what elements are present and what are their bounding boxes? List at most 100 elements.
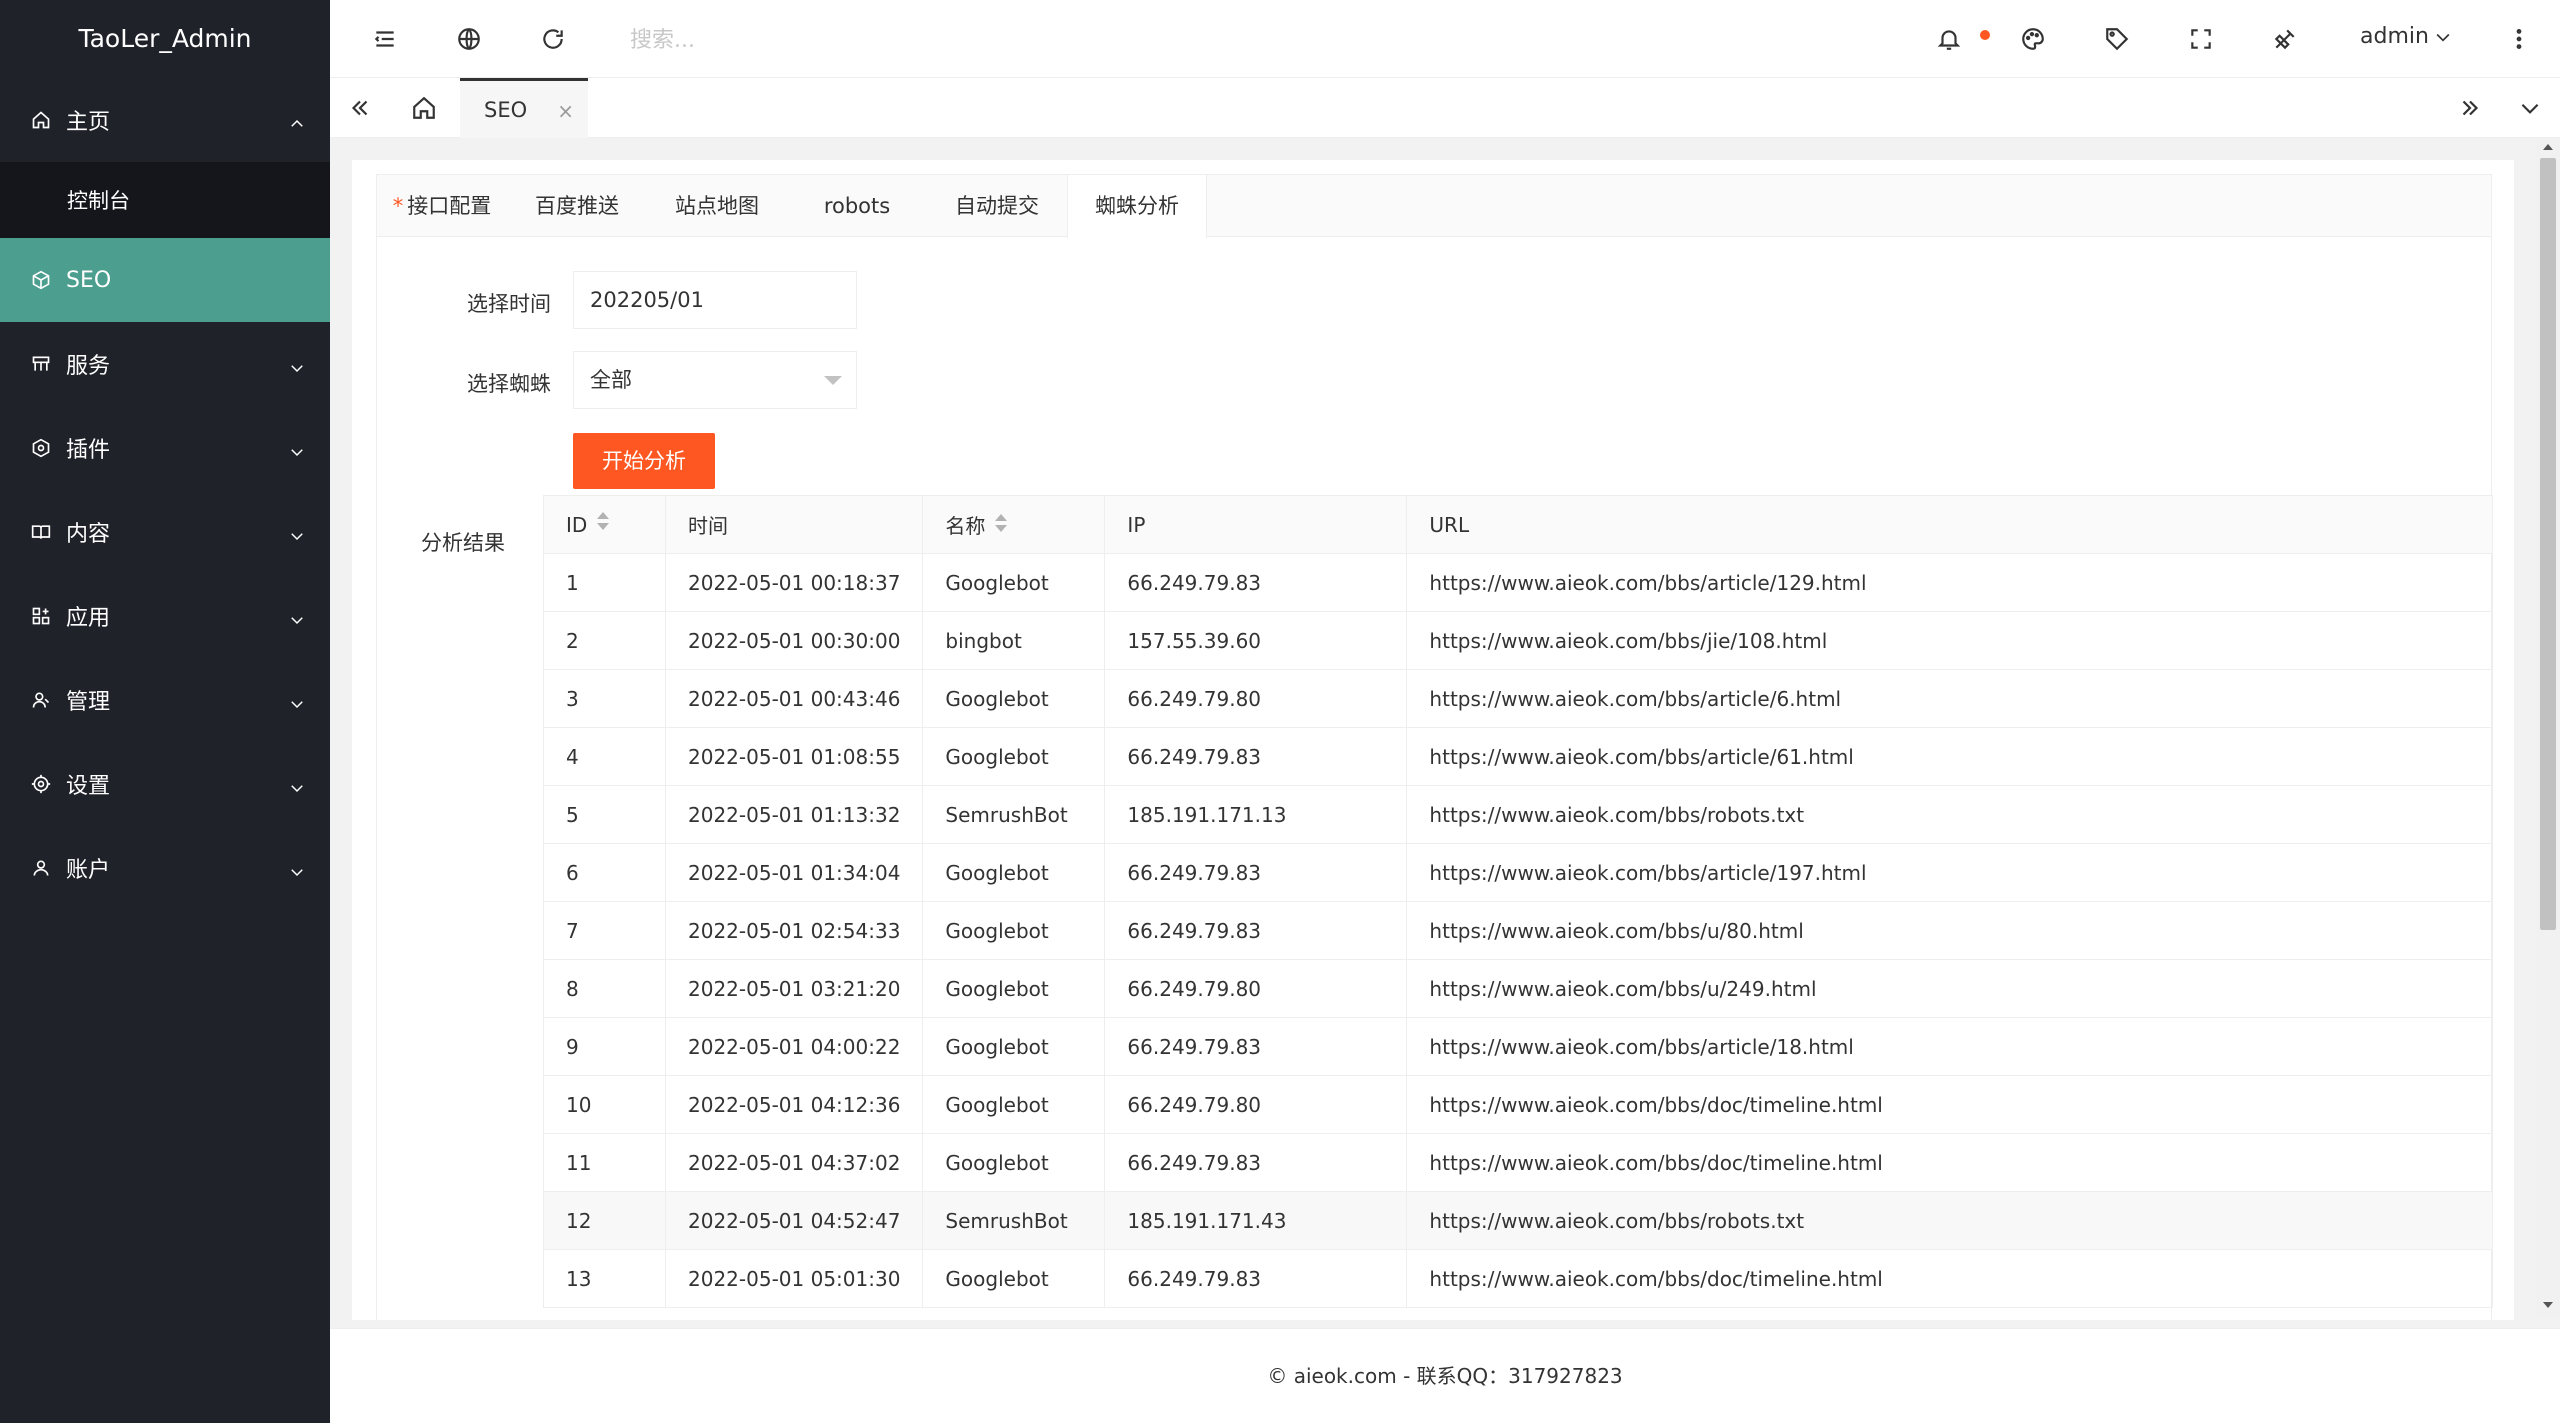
- search-input[interactable]: [630, 22, 1050, 58]
- cell-id: 11: [543, 1133, 666, 1192]
- cell-id: 4: [543, 727, 666, 786]
- menu-toggle-icon[interactable]: [366, 20, 404, 58]
- sidebar: TaoLer_Admin 主页 控制台 SEO 服务 插件 内容 应用 管理 设…: [0, 0, 330, 1423]
- cell-name: Googlebot: [922, 1017, 1106, 1076]
- sidebar-item-home[interactable]: 主页: [0, 78, 330, 162]
- table-row[interactable]: 13 2022-05-01 05:01:30 Googlebot 66.249.79.…: [543, 1249, 2493, 1308]
- cell-id: 3: [543, 669, 666, 728]
- table-row[interactable]: 5 2022-05-01 01:13:32 SemrushBot 185.191.17…: [543, 785, 2493, 844]
- cell-time: 2022-05-01 00:30:00: [664, 611, 924, 670]
- table-row[interactable]: 8 2022-05-01 03:21:20 Googlebot 66.249.79.8…: [543, 959, 2493, 1018]
- scrollbar-thumb[interactable]: [2540, 158, 2556, 930]
- user-menu[interactable]: admin: [2360, 24, 2453, 49]
- page-tab-label: SEO: [484, 97, 528, 122]
- table-row[interactable]: 2 2022-05-01 00:30:00 bingbot 157.55.39.60 h…: [543, 611, 2493, 670]
- sidebar-item-label: 账户: [66, 858, 111, 883]
- cell-name: SemrushBot: [922, 785, 1106, 844]
- cell-url: https://www.aieok.com/bbs/article/129.ht…: [1406, 553, 2493, 612]
- column-header-id[interactable]: ID: [543, 495, 666, 554]
- close-icon[interactable]: ×: [557, 99, 574, 123]
- clear-cache-icon[interactable]: [2266, 20, 2304, 58]
- app-logo: TaoLer_Admin: [0, 0, 330, 78]
- start-analysis-button[interactable]: 开始分析: [573, 433, 715, 489]
- cell-time: 2022-05-01 01:13:32: [664, 785, 924, 844]
- cell-url: https://www.aieok.com/bbs/u/80.html: [1406, 901, 2493, 960]
- table-row[interactable]: 11 2022-05-01 04:37:02 Googlebot 66.249.79.…: [543, 1133, 2493, 1192]
- content-icon: [30, 521, 52, 543]
- sidebar-item-label: 服务: [66, 354, 111, 379]
- more-vertical-icon[interactable]: [2500, 20, 2538, 58]
- sidebar-item-settings[interactable]: 设置: [0, 742, 330, 826]
- tag-icon[interactable]: [2098, 20, 2136, 58]
- cell-name: Googlebot: [922, 959, 1106, 1018]
- cell-name: Googlebot: [922, 901, 1106, 960]
- table-row[interactable]: 7 2022-05-01 02:54:33 Googlebot 66.249.79.8…: [543, 901, 2493, 960]
- cell-id: 6: [543, 843, 666, 902]
- app-icon: [30, 605, 52, 627]
- sidebar-item-app[interactable]: 应用: [0, 574, 330, 658]
- cell-url: https://www.aieok.com/bbs/jie/108.html: [1406, 611, 2493, 670]
- table-row[interactable]: 1 2022-05-01 00:18:37 Googlebot 66.249.79.8…: [543, 553, 2493, 612]
- cell-id: 2: [543, 611, 666, 670]
- table-row[interactable]: 12 2022-05-01 04:52:47 SemrushBot 185.191.1…: [543, 1191, 2493, 1250]
- cell-name: bingbot: [922, 611, 1106, 670]
- cell-name: Googlebot: [922, 727, 1106, 786]
- spider-select-value: 全部: [590, 368, 632, 392]
- sidebar-item-manage[interactable]: 管理: [0, 658, 330, 742]
- table-row[interactable]: 6 2022-05-01 01:34:04 Googlebot 66.249.79.8…: [543, 843, 2493, 902]
- tabs-scroll-left-icon[interactable]: [330, 78, 390, 138]
- tab-api-config[interactable]: * 接口配置: [377, 175, 507, 237]
- tab-auto-submit[interactable]: 自动提交: [927, 175, 1067, 237]
- cell-name: Googlebot: [922, 669, 1106, 728]
- time-input[interactable]: 202205/01: [573, 271, 857, 329]
- chevron-down-icon: [288, 862, 306, 880]
- chevron-down-icon: [288, 694, 306, 712]
- tabs-menu-chevron-down-icon[interactable]: [2500, 78, 2560, 138]
- refresh-icon[interactable]: [534, 20, 572, 58]
- column-header-time: 时间: [664, 495, 924, 554]
- cell-ip: 66.249.79.83: [1104, 843, 1408, 902]
- required-mark: *: [392, 194, 404, 218]
- cell-url: https://www.aieok.com/bbs/article/6.html: [1406, 669, 2493, 728]
- sidebar-item-seo[interactable]: SEO: [0, 238, 330, 322]
- sidebar-subitem-console[interactable]: 控制台: [0, 162, 330, 238]
- result-table-body: 1 2022-05-01 00:18:37 Googlebot 66.249.79.8…: [543, 553, 2493, 1308]
- table-row[interactable]: 4 2022-05-01 01:08:55 Googlebot 66.249.79.8…: [543, 727, 2493, 786]
- notification-dot: [1980, 30, 1990, 40]
- table-row[interactable]: 3 2022-05-01 00:43:46 Googlebot 66.249.79.8…: [543, 669, 2493, 728]
- tab-robots[interactable]: robots: [787, 175, 927, 237]
- cell-name: Googlebot: [922, 1133, 1106, 1192]
- column-header-name[interactable]: 名称: [922, 495, 1106, 554]
- sidebar-item-service[interactable]: 服务: [0, 322, 330, 406]
- table-header-row: ID 时间 名称 IP URL: [543, 495, 2493, 554]
- content-scrollbar[interactable]: [2536, 138, 2560, 1318]
- tab-spider-analysis[interactable]: 蜘蛛分析: [1067, 175, 1207, 238]
- cell-ip: 157.55.39.60: [1104, 611, 1408, 670]
- scroll-up-arrow-icon[interactable]: [2543, 144, 2553, 150]
- sidebar-item-content[interactable]: 内容: [0, 490, 330, 574]
- table-row[interactable]: 10 2022-05-01 04:12:36 Googlebot 66.249.79.…: [543, 1075, 2493, 1134]
- sidebar-item-plugin[interactable]: 插件: [0, 406, 330, 490]
- spider-select[interactable]: 全部: [573, 351, 857, 409]
- main-content: * 接口配置 百度推送 站点地图 robots 自动提交 蜘蛛分析 选择时间 20…: [352, 160, 2514, 1320]
- cell-id: 10: [543, 1075, 666, 1134]
- tab-sitemap[interactable]: 站点地图: [647, 175, 787, 237]
- globe-icon[interactable]: [450, 20, 488, 58]
- page-tab-seo[interactable]: SEO ×: [460, 78, 588, 138]
- sort-icon[interactable]: [597, 512, 610, 532]
- cell-ip: 185.191.171.13: [1104, 785, 1408, 844]
- table-row[interactable]: 9 2022-05-01 04:00:22 Googlebot 66.249.79.8…: [543, 1017, 2493, 1076]
- chevron-down-icon: [288, 358, 306, 376]
- tab-baidu-push[interactable]: 百度推送: [507, 175, 647, 237]
- manage-icon: [30, 689, 52, 711]
- tabs-scroll-right-icon[interactable]: [2440, 78, 2500, 138]
- sort-icon[interactable]: [995, 513, 1008, 534]
- sidebar-item-label: 主页: [66, 110, 111, 135]
- theme-palette-icon[interactable]: [2014, 20, 2052, 58]
- scroll-down-arrow-icon[interactable]: [2543, 1302, 2553, 1308]
- home-tab-icon[interactable]: [394, 78, 454, 138]
- fullscreen-icon[interactable]: [2182, 20, 2220, 58]
- sidebar-item-account[interactable]: 账户: [0, 826, 330, 910]
- cell-url: https://www.aieok.com/bbs/doc/timeline.h…: [1406, 1133, 2493, 1192]
- notification-bell-icon[interactable]: [1930, 20, 1968, 58]
